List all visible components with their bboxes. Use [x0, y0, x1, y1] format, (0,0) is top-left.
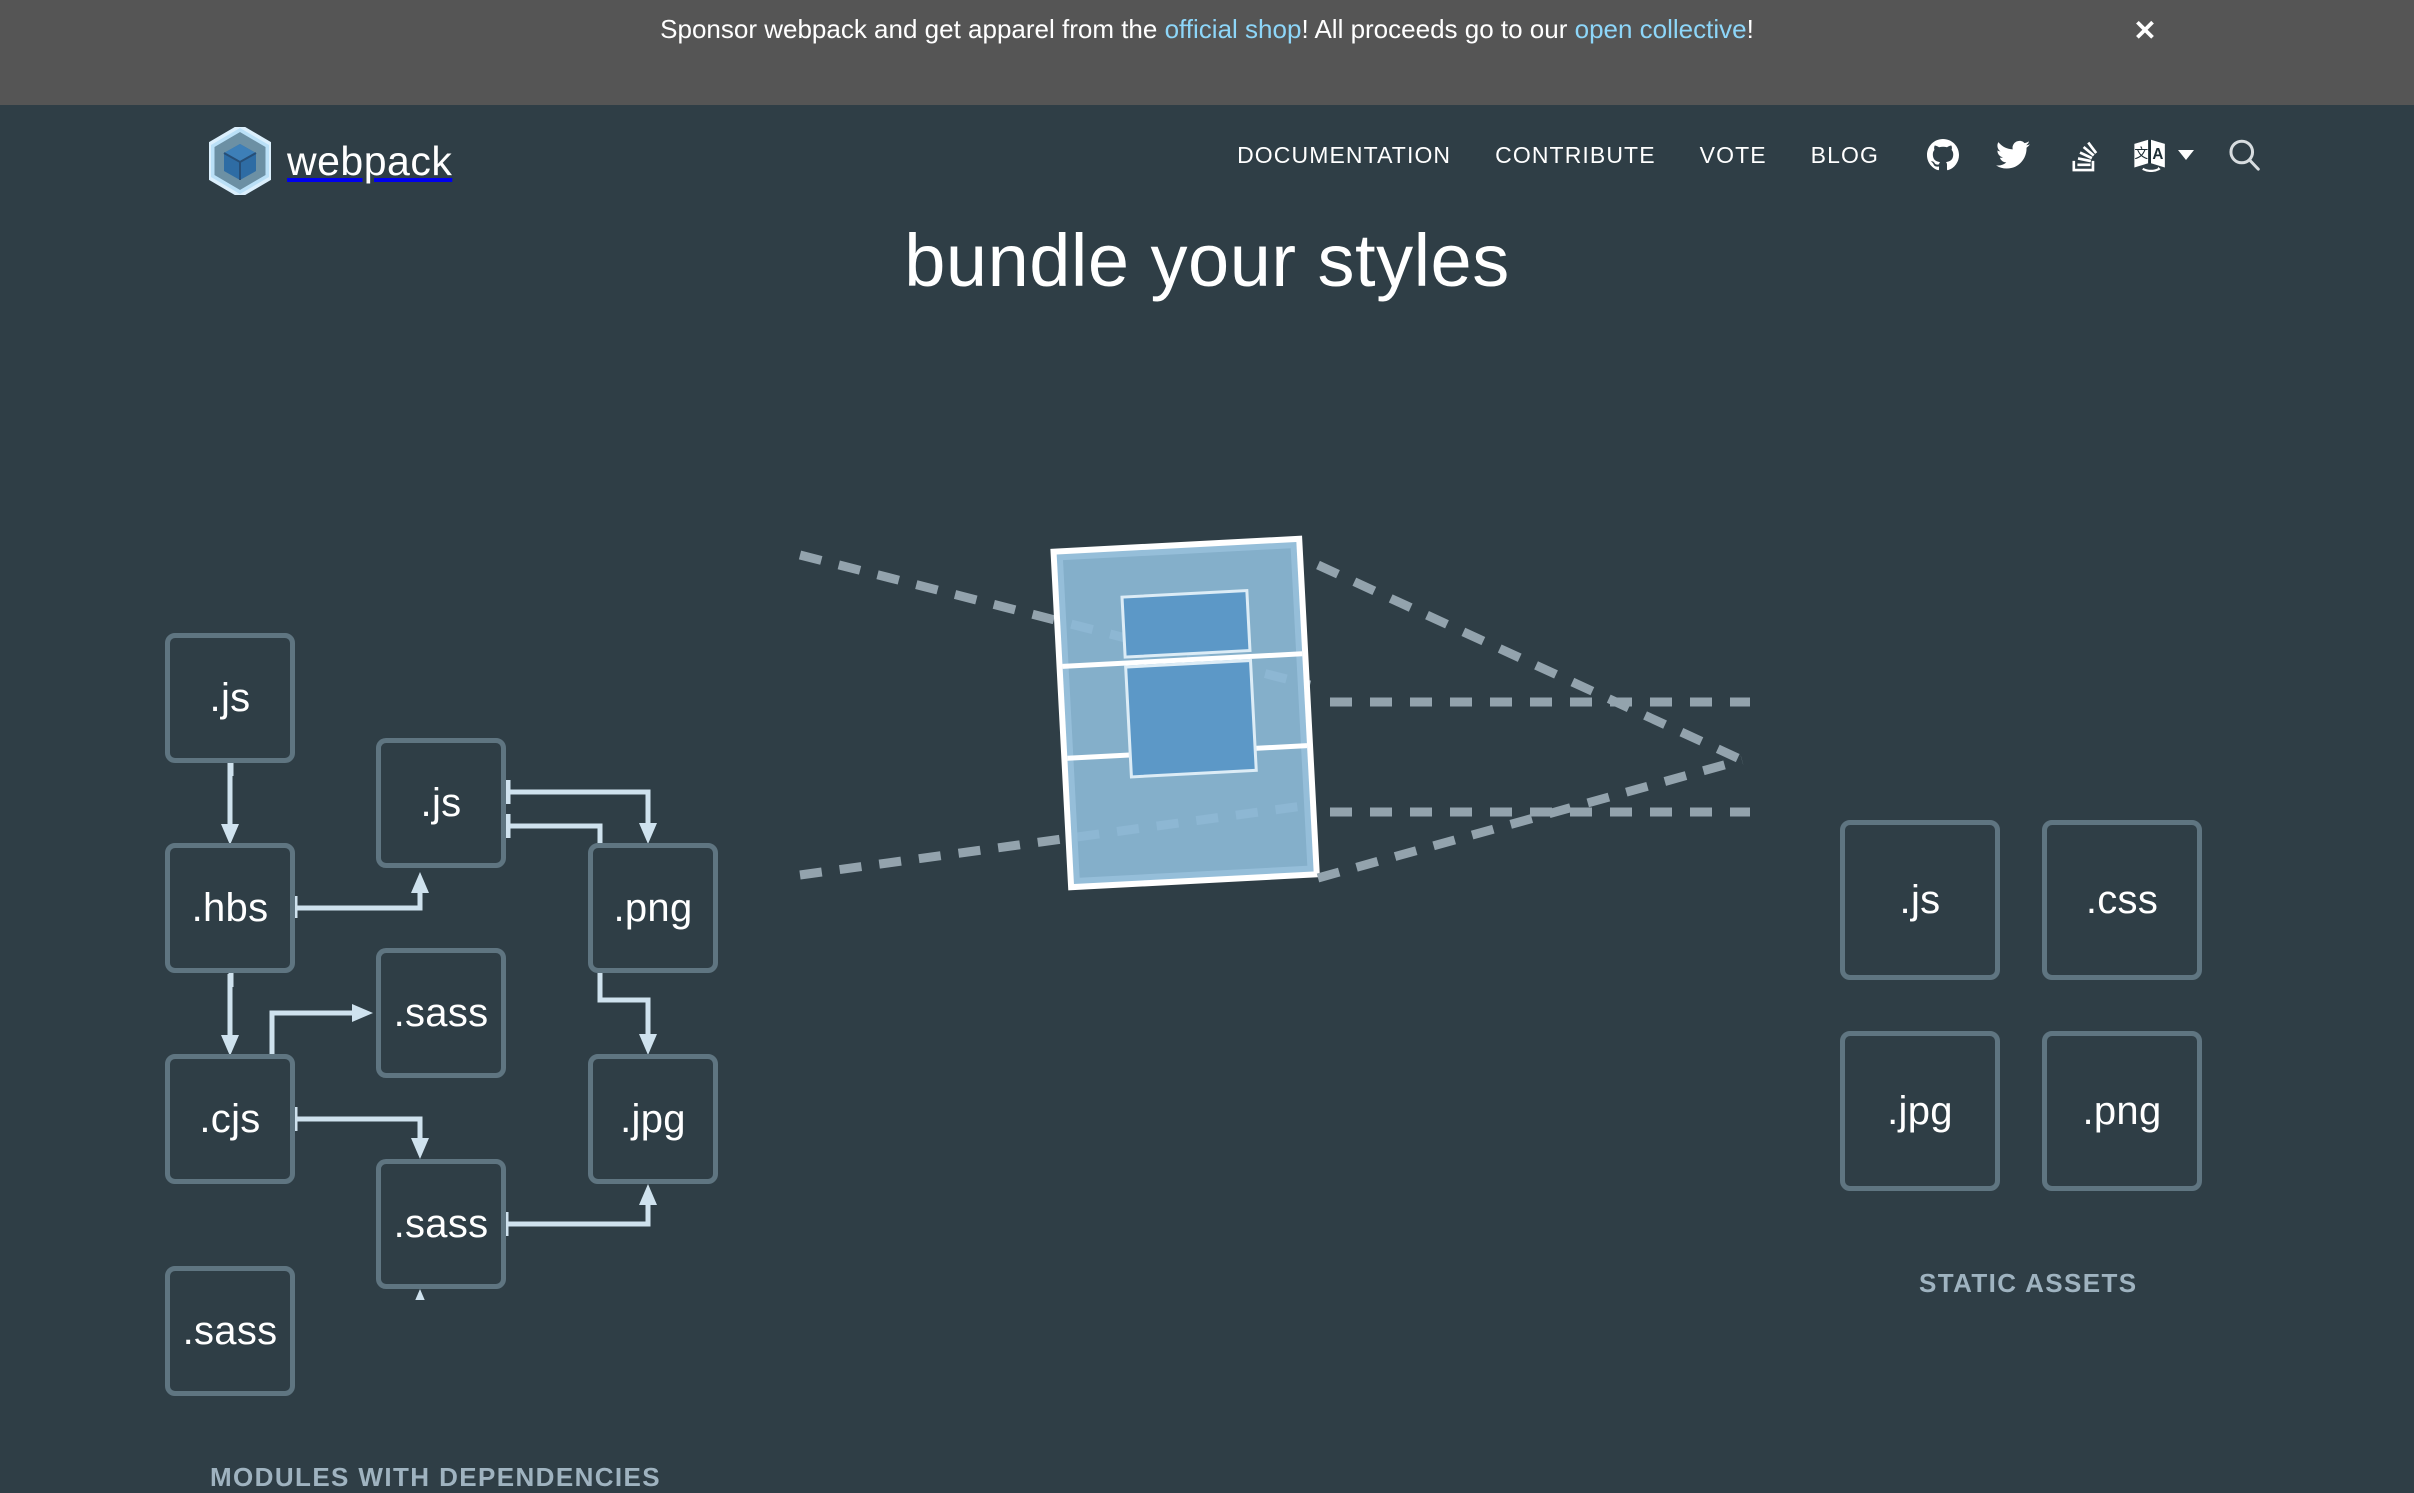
module-box-cjs[interactable]: .cjs — [165, 1054, 295, 1184]
official-shop-link[interactable]: official shop — [1165, 14, 1302, 44]
chevron-down-icon — [2178, 150, 2194, 160]
translate-glyph-en: A — [2152, 146, 2163, 163]
output-box-js[interactable]: .js — [1840, 820, 2000, 980]
translate-glyph-cn: 文 — [2134, 145, 2148, 161]
module-box-jpg[interactable]: .jpg — [588, 1054, 718, 1184]
outbound-dashed-arrow — [1316, 560, 1750, 883]
open-collective-link[interactable]: open collective — [1575, 14, 1747, 44]
nav-item-vote[interactable]: VOTE — [1700, 142, 1767, 169]
static-assets-caption: STATIC ASSETS — [1919, 1268, 2138, 1298]
twitter-icon[interactable] — [1993, 135, 2033, 175]
webpack-logo[interactable]: webpack — [207, 123, 453, 199]
translate-icon[interactable]: 文 A — [2133, 138, 2194, 172]
nav-item-documentation[interactable]: DOCUMENTATION — [1237, 142, 1451, 169]
search-icon[interactable] — [2224, 135, 2264, 175]
output-box-png[interactable]: .png — [2042, 1031, 2202, 1191]
stackoverflow-icon[interactable] — [2063, 135, 2103, 175]
close-icon[interactable]: ✕ — [2128, 14, 2162, 48]
main-navigation: DOCUMENTATION CONTRIBUTE VOTE BLOG 文 A — [1237, 135, 2264, 175]
page-title: bundle your styles — [904, 219, 1510, 302]
module-box-js-2[interactable]: .js — [376, 738, 506, 868]
bundle-diagram: .js .hbs .js .png .sass .cjs .jpg .sass … — [0, 300, 2414, 1492]
github-icon[interactable] — [1923, 135, 1963, 175]
sponsor-banner: Sponsor webpack and get apparel from the… — [0, 0, 2414, 105]
module-box-sass-1[interactable]: .sass — [376, 948, 506, 1078]
modules-caption: MODULES WITH DEPENDENCIES — [210, 1462, 662, 1492]
logo-wordmark: webpack — [287, 137, 453, 184]
banner-text-part1: Sponsor webpack and get apparel from the — [660, 14, 1165, 44]
sponsor-banner-text: Sponsor webpack and get apparel from the… — [660, 12, 1754, 46]
module-box-png[interactable]: .png — [588, 843, 718, 973]
site-header: webpack DOCUMENTATION CONTRIBUTE VOTE BL… — [0, 105, 2414, 205]
nav-item-contribute[interactable]: CONTRIBUTE — [1495, 142, 1656, 169]
output-box-css[interactable]: .css — [2042, 820, 2202, 980]
module-box-hbs[interactable]: .hbs — [165, 843, 295, 973]
module-box-sass-3[interactable]: .sass — [165, 1266, 295, 1396]
module-box-js-1[interactable]: .js — [165, 633, 295, 763]
nav-item-blog[interactable]: BLOG — [1811, 142, 1879, 169]
webpack-bundle-illustration — [1050, 535, 1320, 891]
banner-text-part3: ! — [1746, 14, 1754, 44]
banner-text-part2: ! All proceeds go to our — [1301, 14, 1575, 44]
output-box-jpg[interactable]: .jpg — [1840, 1031, 2000, 1191]
module-box-sass-2[interactable]: .sass — [376, 1159, 506, 1289]
webpack-cube-icon — [207, 123, 273, 199]
